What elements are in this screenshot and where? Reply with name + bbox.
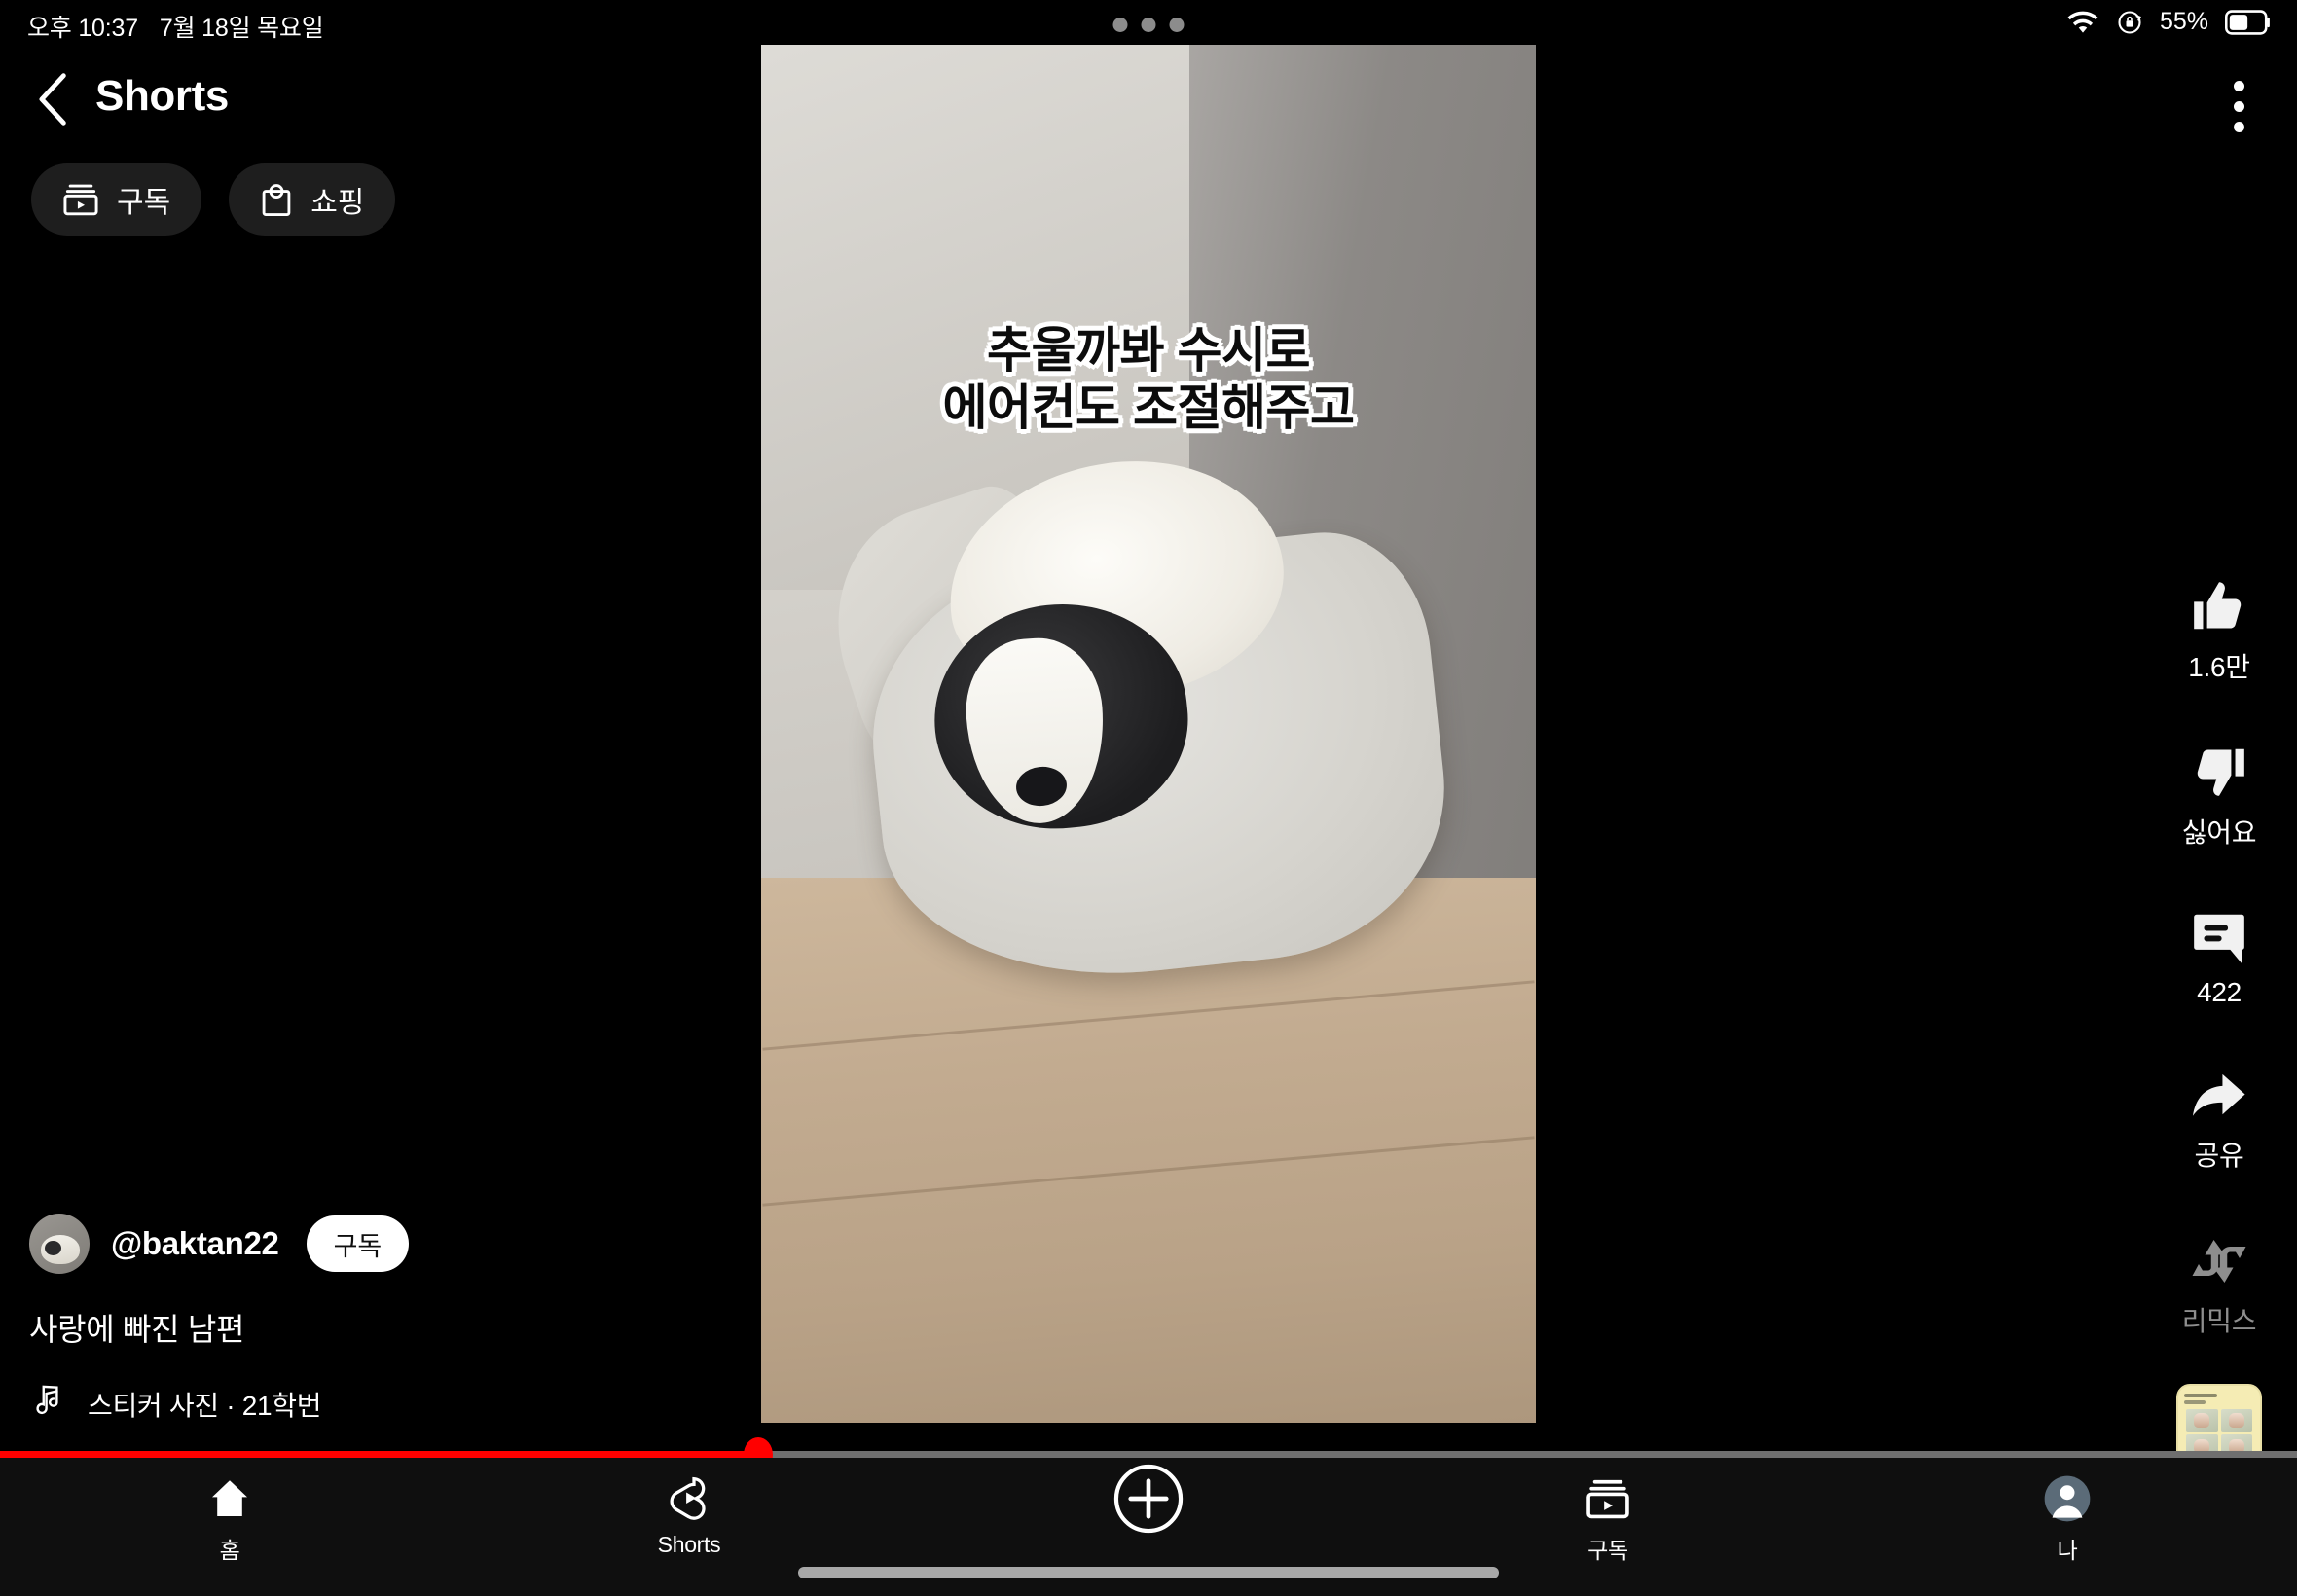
channel-avatar[interactable] [29, 1214, 90, 1274]
video-player[interactable]: 추울까봐 수시로 에어컨도 조절해주고 [761, 45, 1536, 1423]
status-bar: 오후 10:37 7월 18일 목요일 55% [0, 0, 2297, 47]
subscriptions-icon [62, 183, 99, 216]
share-label: 공유 [2194, 1141, 2244, 1171]
status-bar-left: 오후 10:37 7월 18일 목요일 [27, 9, 324, 44]
music-row[interactable]: 스티커 사진 · 21학번 [29, 1383, 711, 1425]
camera-dots-icon [1112, 18, 1185, 32]
sound-thumbnail-cell [2220, 1409, 2252, 1433]
shorts-icon [666, 1471, 712, 1526]
music-note-icon [29, 1383, 62, 1425]
nav-item-shorts[interactable]: Shorts [459, 1458, 919, 1558]
video-progress-bar[interactable] [0, 1437, 2297, 1472]
channel-handle[interactable]: @baktan22 [111, 1225, 279, 1262]
create-plus-icon [1112, 1464, 1185, 1534]
like-button[interactable]: 1.6만 [2141, 564, 2297, 685]
channel-row: @baktan22 구독 [29, 1214, 711, 1274]
shorts-screen: 오후 10:37 7월 18일 목요일 55% Shorts 구독 쇼핑 추울까… [0, 0, 2297, 1596]
share-icon [2188, 1053, 2250, 1125]
music-text: 스티커 사진 · 21학번 [88, 1390, 322, 1421]
nav-label-home: 홈 [219, 1538, 240, 1563]
sound-thumbnail-header [2184, 1391, 2254, 1406]
wifi-icon [2066, 10, 2099, 35]
comments-button[interactable]: 422 [2141, 895, 2297, 1008]
more-vertical-icon[interactable] [2213, 76, 2264, 136]
nav-item-home[interactable]: 홈 [0, 1458, 459, 1565]
nav-label-shorts: Shorts [657, 1532, 721, 1557]
home-icon [206, 1471, 253, 1526]
status-bar-right: 55% [2066, 8, 2272, 36]
page-title: Shorts [95, 72, 229, 120]
nav-label-account: 나 [2057, 1538, 2078, 1563]
rotation-lock-icon [2116, 9, 2143, 36]
sound-thumbnail-cell [2186, 1409, 2218, 1433]
status-time: 오후 10:37 [27, 15, 138, 42]
nav-item-create[interactable] [919, 1458, 1378, 1534]
back-button[interactable] [25, 70, 84, 132]
battery-percent: 55% [2159, 8, 2208, 35]
chip-subscriptions[interactable]: 구독 [31, 163, 202, 236]
nav-item-account[interactable]: 나 [1838, 1458, 2297, 1565]
remix-icon [2189, 1218, 2249, 1290]
like-count: 1.6만 [2188, 652, 2250, 682]
share-button[interactable]: 공유 [2141, 1053, 2297, 1174]
video-meta: @baktan22 구독 사랑에 빠진 남편 스티커 사진 · 21학번 [29, 1214, 711, 1425]
gesture-bar[interactable] [798, 1567, 1499, 1578]
video-caption-line2: 에어컨도 조절해주고 [942, 381, 1355, 435]
nav-item-subscriptions[interactable]: 구독 [1378, 1458, 1838, 1565]
thumbs-up-icon [2189, 564, 2249, 636]
video-caption: 추울까봐 수시로 에어컨도 조절해주고 [761, 322, 1536, 437]
action-rail: 1.6만 싫어요 422 공유 리믹스 [2141, 564, 2297, 1491]
back-chevron-icon [36, 72, 73, 131]
video-title[interactable]: 사랑에 빠진 남편 [29, 1305, 711, 1350]
remix-button[interactable]: 리믹스 [2141, 1218, 2297, 1339]
chip-shopping-label: 쇼핑 [310, 187, 365, 219]
thumbs-down-icon [2189, 730, 2249, 802]
subscribe-button[interactable]: 구독 [306, 1215, 410, 1272]
shopping-bag-icon [260, 182, 293, 217]
chip-subscriptions-label: 구독 [117, 187, 171, 219]
chip-shopping[interactable]: 쇼핑 [229, 163, 396, 236]
remix-label: 리믹스 [2181, 1306, 2257, 1336]
account-avatar-icon [2043, 1471, 2092, 1526]
dislike-button[interactable]: 싫어요 [2141, 730, 2297, 851]
bottom-nav: 홈 Shorts 구독 나 [0, 1458, 2297, 1596]
comment-count: 422 [2197, 977, 2242, 1007]
video-caption-line1: 추울까봐 수시로 [987, 323, 1310, 378]
video-progress-fill [0, 1451, 758, 1458]
comment-icon [2189, 895, 2249, 967]
battery-icon [2225, 9, 2272, 35]
status-date: 7월 18일 목요일 [159, 15, 324, 42]
chip-bar: 구독 쇼핑 [31, 163, 396, 236]
dislike-label: 싫어요 [2181, 817, 2257, 848]
subscriptions-nav-icon [1586, 1471, 1630, 1526]
nav-label-subscriptions: 구독 [1587, 1538, 1628, 1563]
